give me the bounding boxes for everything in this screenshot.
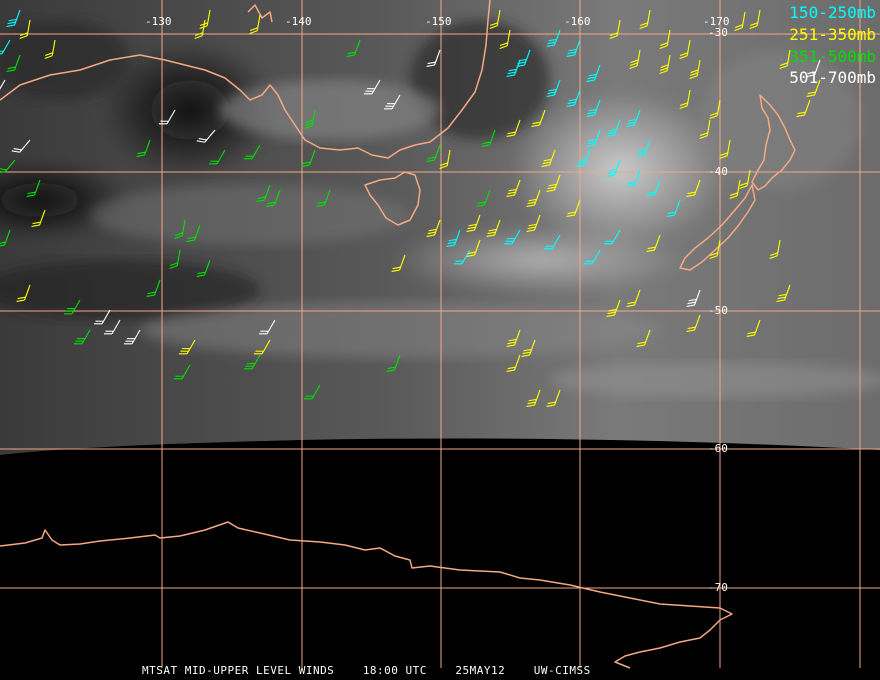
latitude-label: -70 [708,581,728,594]
antarctica-coast [0,521,733,669]
latitude-label: -60 [708,442,728,455]
longitude-label: -160 [564,15,591,28]
longitude-label: -140 [285,15,312,28]
valid-time: 18:00 UTC [362,664,427,677]
longitude-label: -150 [425,15,452,28]
footer-caption: MTSAT MID-UPPER LEVEL WINDS 18:00 UTC 25… [142,665,591,677]
legend-entry-501-700: 501-700mb [789,68,876,87]
imagery-layer [0,0,880,455]
legend-entry-351-500: 351-500mb [789,47,876,66]
valid-date: 25MAY12 [455,664,506,677]
satellite-wind-map: -130 -140 -150 -160 -170 -30 -40 -50 -60… [0,0,880,680]
latitude-label: -30 [708,26,728,39]
latitude-label: -40 [708,165,728,178]
water-vapor-image [0,0,880,669]
data-source: UW-CIMSS [533,664,591,677]
latitude-label: -50 [708,304,728,317]
product-name: MTSAT MID-UPPER LEVEL WINDS [142,664,335,677]
longitude-label: -130 [145,15,172,28]
legend-entry-150-250: 150-250mb [789,3,876,22]
legend-entry-251-350: 251-350mb [789,25,876,44]
